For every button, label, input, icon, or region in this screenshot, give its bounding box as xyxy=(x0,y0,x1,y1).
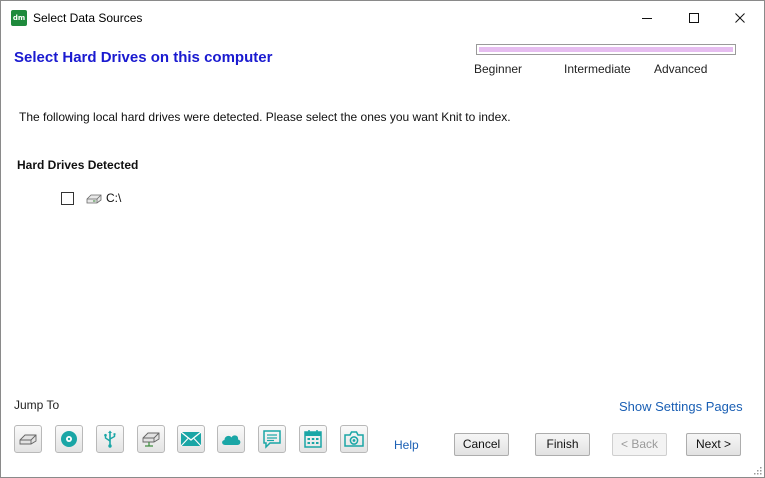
finish-button[interactable]: Finish xyxy=(535,433,590,456)
jump-chat-button[interactable] xyxy=(258,425,286,453)
camera-icon xyxy=(344,431,364,447)
close-button[interactable] xyxy=(717,1,763,34)
jump-calendar-button[interactable] xyxy=(299,425,327,453)
back-button[interactable]: < Back xyxy=(612,433,667,456)
jump-cloud-button[interactable] xyxy=(217,425,245,453)
jump-usb-button[interactable] xyxy=(96,425,124,453)
minimize-button[interactable] xyxy=(624,1,670,34)
level-advanced: Advanced xyxy=(654,62,708,76)
close-icon xyxy=(735,12,745,23)
hard-drive-icon xyxy=(86,194,102,204)
usb-icon xyxy=(104,430,116,448)
cloud-icon xyxy=(222,435,241,445)
dialog-window: dm Select Data Sources Select Hard Drive… xyxy=(0,0,765,478)
drive-item[interactable]: C:\ xyxy=(61,190,121,206)
jump-network-drive-button[interactable] xyxy=(137,425,165,453)
calendar-icon xyxy=(304,430,322,448)
maximize-button[interactable] xyxy=(671,1,717,34)
chat-icon xyxy=(263,430,281,449)
help-link[interactable]: Help xyxy=(394,438,419,452)
app-icon: dm xyxy=(11,10,27,26)
description-text: The following local hard drives were det… xyxy=(19,110,511,124)
experience-progress-bar xyxy=(476,44,736,55)
window-title: Select Data Sources xyxy=(33,11,143,25)
jump-camera-button[interactable] xyxy=(340,425,368,453)
progress-fill xyxy=(479,47,733,52)
drive-label: C:\ xyxy=(106,191,122,205)
disc-icon xyxy=(61,431,77,447)
maximize-icon xyxy=(689,12,699,23)
show-settings-pages-link[interactable]: Show Settings Pages xyxy=(619,399,743,414)
network-drive-icon xyxy=(142,432,160,447)
resize-grip-icon[interactable] xyxy=(752,465,762,475)
level-intermediate: Intermediate xyxy=(564,62,631,76)
title-bar[interactable]: dm Select Data Sources xyxy=(1,1,764,34)
hard-drive-icon xyxy=(19,434,37,445)
cancel-button[interactable]: Cancel xyxy=(454,433,509,456)
jump-email-button[interactable] xyxy=(177,425,205,453)
jump-disc-button[interactable] xyxy=(55,425,83,453)
email-icon xyxy=(180,431,202,447)
page-title: Select Hard Drives on this computer xyxy=(14,49,273,66)
next-button[interactable]: Next > xyxy=(686,433,741,456)
jump-to-label: Jump To xyxy=(14,398,60,412)
level-beginner: Beginner xyxy=(474,62,523,76)
minimize-icon xyxy=(642,17,652,19)
section-title: Hard Drives Detected xyxy=(17,158,139,172)
jump-hard-drives-button[interactable] xyxy=(14,425,42,453)
drive-checkbox[interactable] xyxy=(61,191,74,205)
